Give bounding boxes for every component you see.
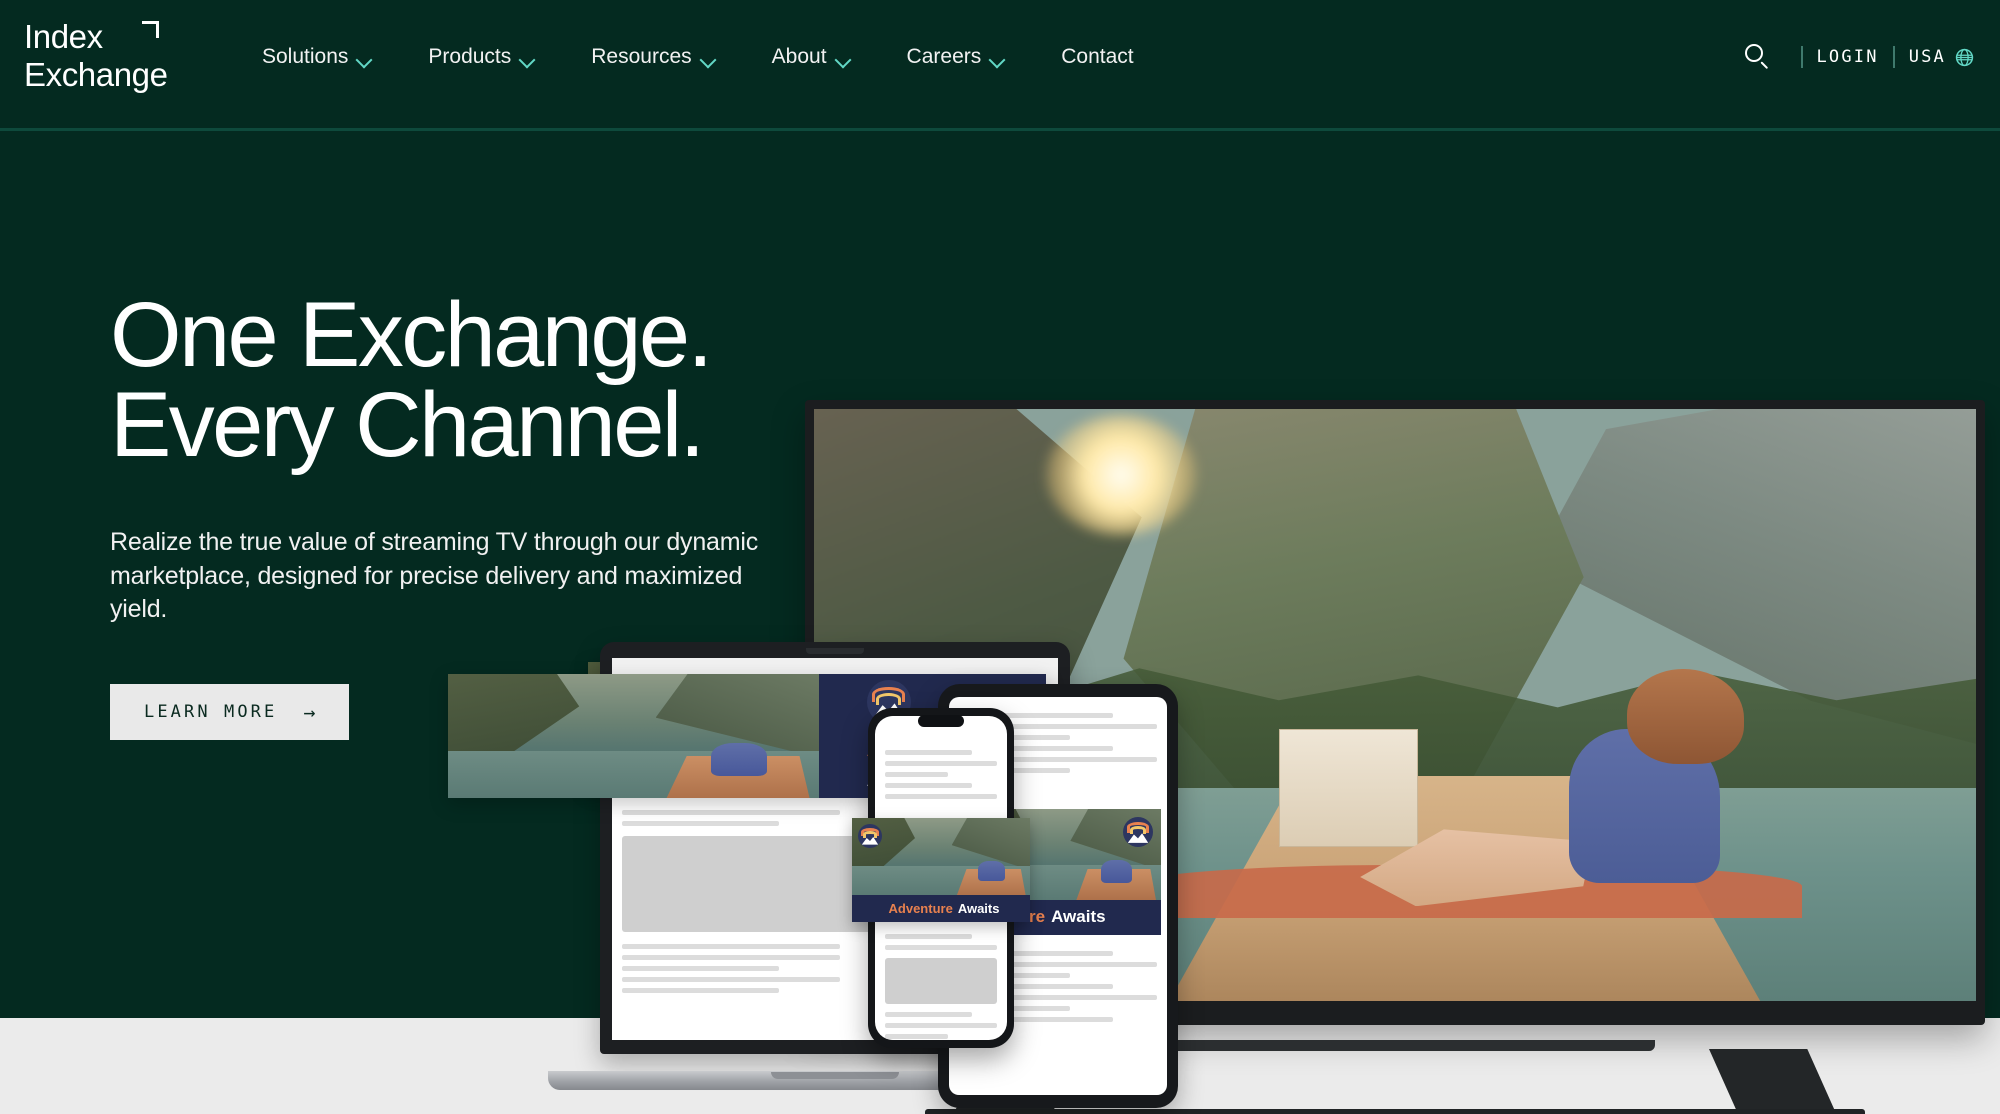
hero-content: One Exchange. Every Channel. Realize the… — [110, 289, 1010, 741]
text-line — [885, 783, 973, 788]
text-line — [885, 794, 997, 799]
search-icon[interactable] — [1743, 42, 1773, 72]
mountain-shape — [1127, 833, 1149, 843]
tv-stand-foot — [925, 1109, 1865, 1114]
phone-content-block — [885, 958, 997, 1004]
nav-item-solutions[interactable]: Solutions — [262, 44, 373, 70]
text-line — [622, 966, 779, 971]
tv-scene-boat-canopy — [1278, 728, 1419, 848]
text-line — [885, 772, 948, 777]
logo-text-line1: Index — [24, 18, 103, 55]
tv-scene-sun-flare — [1046, 414, 1197, 535]
rainbow-arc-inner — [863, 831, 877, 838]
ad-headline-line-1: Adventure — [888, 900, 953, 916]
ad-headline-line-2: Awaits — [1051, 907, 1106, 927]
text-line — [885, 1012, 973, 1017]
nav-item-label: About — [771, 45, 827, 68]
arrow-right-icon: → — [303, 700, 316, 725]
hero-subcopy: Realize the true value of streaming TV t… — [110, 528, 759, 623]
phone-article-top-text — [875, 750, 1007, 805]
nav-item-about[interactable]: About — [772, 44, 852, 70]
utility-divider — [1800, 46, 1803, 68]
text-line — [885, 1034, 948, 1039]
tv-stand-bar — [1135, 1040, 1655, 1051]
chevron-down-icon — [837, 54, 852, 63]
laptop-base-notch — [771, 1072, 899, 1079]
learn-more-button-label: LEARN MORE — [144, 702, 278, 723]
nav-item-contact[interactable]: Contact — [1061, 44, 1133, 70]
nav-item-label: Solutions — [262, 45, 349, 68]
learn-more-button[interactable]: LEARN MORE → — [110, 684, 350, 741]
tv-scene-person-hair — [1627, 669, 1744, 765]
phone-display-ad[interactable]: Adventure Awaits — [852, 818, 1030, 922]
rainbow-mountain-icon — [1123, 817, 1153, 847]
phone-article-mid-text — [875, 934, 1007, 1040]
tv-stand-leg-right — [1709, 1049, 1835, 1111]
ad-photo-person — [711, 743, 767, 776]
headline-line-2: Every Channel. — [110, 374, 705, 477]
chevron-down-icon — [358, 54, 373, 63]
text-line — [885, 934, 973, 939]
page-title: One Exchange. Every Channel. — [110, 289, 1010, 477]
nav-item-label: Resources — [591, 45, 692, 68]
text-line — [622, 810, 841, 815]
search-icon-ring — [1744, 44, 1763, 62]
chevron-down-icon — [521, 54, 536, 63]
text-line — [622, 944, 841, 949]
nav-item-careers[interactable]: Careers — [907, 44, 1007, 70]
login-link[interactable]: LOGIN — [1817, 47, 1879, 67]
site-logo[interactable]: Index Exchange — [24, 18, 234, 98]
nav-item-products[interactable]: Products — [428, 44, 536, 70]
rainbow-arc-inner — [1129, 826, 1147, 835]
text-line — [622, 977, 841, 982]
text-line — [622, 988, 779, 993]
nav-item-label: Careers — [906, 45, 982, 68]
ad-text-panel: Adventure Awaits — [852, 894, 1030, 922]
headline-line-1: One Exchange. — [110, 284, 713, 386]
rainbow-mountain-icon — [858, 824, 882, 848]
ad-creative: Adventure Awaits — [852, 818, 1030, 922]
text-line — [885, 1023, 997, 1028]
ad-headline-line-2: Awaits — [957, 900, 1000, 916]
logo-corner-bracket-icon — [142, 21, 159, 38]
utility-divider — [1892, 46, 1895, 68]
text-line — [885, 750, 973, 755]
globe-icon — [1955, 48, 1974, 66]
nav-item-resources[interactable]: Resources — [591, 44, 716, 70]
search-icon-handle — [1759, 61, 1768, 70]
site-header: Index Exchange Solutions Products Resour… — [0, 0, 2000, 131]
chevron-down-icon — [702, 54, 717, 63]
text-line — [622, 821, 779, 826]
chevron-down-icon — [991, 54, 1006, 63]
logo-text-line2: Exchange — [24, 56, 168, 93]
ad-photo-person — [978, 861, 1006, 882]
phone-device: Adventure Awaits — [852, 708, 1030, 1048]
primary-navigation: Solutions Products Resources About Caree… — [262, 44, 1134, 70]
text-line — [622, 955, 841, 960]
text-line — [885, 761, 997, 766]
locale-selector[interactable]: USA — [1909, 47, 1974, 67]
text-line — [885, 945, 997, 950]
nav-item-label: Products — [428, 45, 512, 68]
header-divider-rule — [0, 128, 2000, 131]
header-utility-bar: LOGIN USA — [1743, 42, 1975, 72]
page-root: Index Exchange Solutions Products Resour… — [0, 0, 2000, 1114]
locale-label: USA — [1908, 47, 1946, 67]
ad-photo-person — [1101, 859, 1133, 884]
nav-item-label: Contact — [1061, 45, 1134, 68]
